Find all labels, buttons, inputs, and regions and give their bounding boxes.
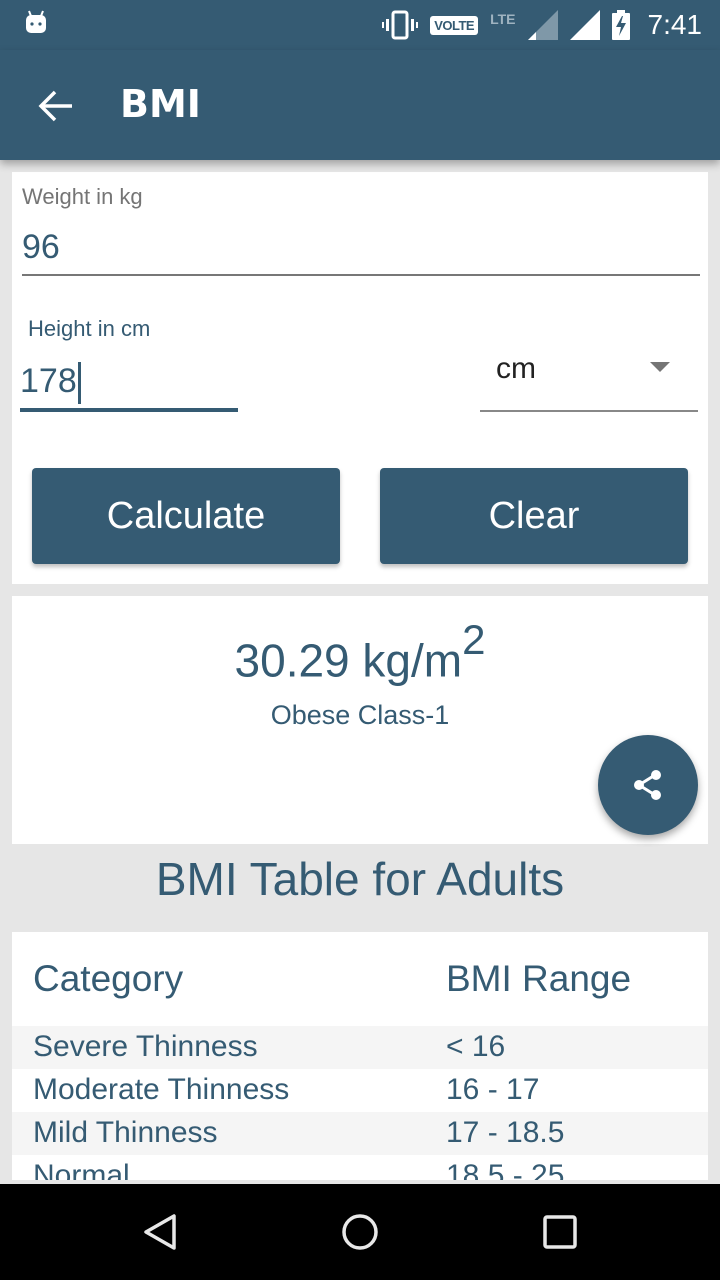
range-cell: 17 - 18.5	[446, 1116, 565, 1149]
range-cell: 16 - 17	[446, 1073, 540, 1106]
category-cell: Normal	[33, 1159, 130, 1180]
bmi-classification: Obese Class-1	[270, 700, 450, 730]
volte-icon: VOLTE	[430, 15, 479, 35]
height-unit-dropdown[interactable]: cm	[480, 342, 698, 412]
arrow-left-icon[interactable]	[36, 86, 76, 126]
range-cell: < 16	[446, 1030, 506, 1063]
share-button[interactable]	[598, 735, 698, 835]
home-circle-icon[interactable]	[340, 1212, 380, 1252]
height-label: Height in cm	[28, 316, 151, 341]
weight-value: 96	[22, 228, 60, 266]
app-bar: BMI	[0, 50, 720, 160]
lte-icon: LTE	[490, 11, 516, 27]
table-row: Normal 18.5 - 25	[12, 1155, 708, 1180]
table-header-bmi-range: BMI Range	[446, 958, 632, 999]
category-cell: Mild Thinness	[33, 1116, 218, 1149]
system-nav-bar	[0, 1184, 720, 1280]
signal-icon	[527, 10, 558, 40]
category-cell: Moderate Thinness	[33, 1073, 290, 1106]
battery-charging-icon	[611, 10, 630, 40]
table-row: Severe Thinness < 16	[12, 1026, 708, 1069]
bmi-table-title: BMI Table for Adults	[155, 853, 565, 905]
page-title: BMI	[120, 82, 201, 126]
status-bar: VOLTE LTE 7:41	[0, 0, 720, 50]
vibrate-icon	[382, 10, 419, 40]
clock: 7:41	[647, 9, 703, 40]
bmi-unit-exponent: 2	[462, 616, 486, 663]
bmi-value-text: 30.29 kg/m	[234, 634, 463, 687]
share-icon	[634, 770, 661, 800]
height-value: 178	[20, 362, 77, 400]
range-cell: 18.5 - 25	[446, 1159, 565, 1180]
height-input[interactable]: 178	[20, 362, 238, 412]
signal-icon	[569, 10, 600, 40]
table-row: Moderate Thinness 16 - 17	[12, 1069, 708, 1112]
android-icon	[26, 10, 46, 33]
weight-input[interactable]: 96	[22, 228, 700, 276]
table-row: Mild Thinness 17 - 18.5	[12, 1112, 708, 1155]
back-triangle-icon[interactable]	[140, 1212, 180, 1252]
weight-label: Weight in kg	[22, 184, 143, 209]
dropdown-arrow-icon	[650, 362, 670, 372]
clear-button[interactable]: Clear	[380, 468, 688, 564]
bmi-table: Category BMI Range Severe Thinness < 16 …	[12, 932, 708, 1180]
unit-selected-value: cm	[496, 352, 536, 385]
calculate-button[interactable]: Calculate	[32, 468, 340, 564]
bmi-result: 30.29 kg/m2	[12, 616, 708, 687]
category-cell: Severe Thinness	[33, 1030, 258, 1063]
input-card: Weight in kg 96 Height in cm 178 cm Calc…	[12, 172, 708, 584]
table-header-category: Category	[33, 958, 184, 999]
text-cursor	[77, 362, 81, 405]
recents-square-icon[interactable]	[540, 1212, 580, 1252]
table-body: Severe Thinness < 16 Moderate Thinness 1…	[12, 1026, 708, 1180]
